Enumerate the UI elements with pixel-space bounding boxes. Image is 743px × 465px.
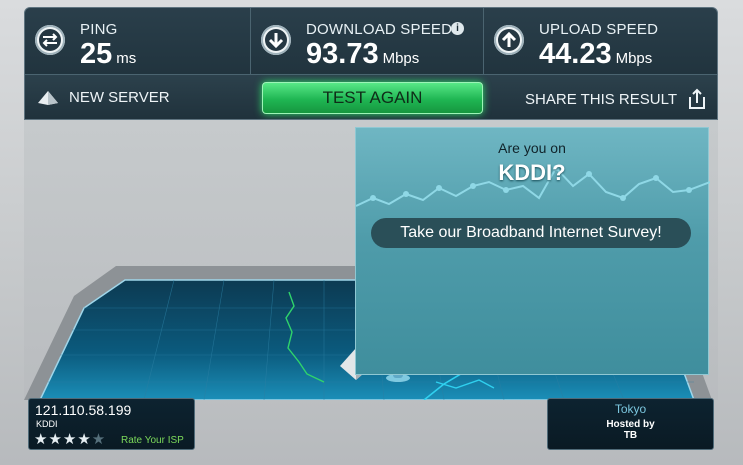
host-name: TB <box>623 430 638 441</box>
broadband-survey-button[interactable]: Take our Broadband Internet Survey! <box>371 218 691 248</box>
pyramid-icon <box>38 90 58 105</box>
client-info-box: 121.110.58.199 KDDI ★★★★★ Rate Your ISP <box>28 398 195 450</box>
ping-unit: ms <box>116 50 137 67</box>
isp-rating-stars[interactable]: ★★★★★ <box>34 430 106 448</box>
upload-label: UPLOAD SPEED <box>539 21 659 38</box>
action-bar: NEW SERVER TEST AGAIN SHARE THIS RESULT <box>25 74 717 119</box>
arrow-up-icon <box>494 25 524 55</box>
exchange-arrows-icon <box>35 25 65 55</box>
download-label: DOWNLOAD SPEED <box>306 21 453 38</box>
ping-value: 25 ms <box>80 38 136 71</box>
test-again-button[interactable]: TEST AGAIN <box>262 82 483 114</box>
server-host: Hosted by TB <box>548 419 713 441</box>
client-isp: KDDI <box>36 419 58 429</box>
info-icon[interactable]: i <box>451 22 464 35</box>
download-unit: Mbps <box>382 50 420 67</box>
ping-label: PING <box>80 21 118 38</box>
map-stage: Are you on KDDI? Take our Broadband Inte… <box>24 120 718 400</box>
new-server-button[interactable]: NEW SERVER <box>37 89 170 106</box>
speedtest-frame: PING 25 ms DOWNLOAD SPEED i 93.73 Mbps UPL <box>0 0 743 465</box>
rate-isp-link[interactable]: Rate Your ISP <box>121 435 184 446</box>
ping-stat: PING 25 ms <box>25 8 251 74</box>
upload-unit: Mbps <box>615 50 653 67</box>
new-server-label: NEW SERVER <box>69 89 170 106</box>
isp-survey-panel: Are you on KDDI? Take our Broadband Inte… <box>355 127 710 375</box>
ping-number: 25 <box>80 38 113 70</box>
results-panel: PING 25 ms DOWNLOAD SPEED i 93.73 Mbps UPL <box>24 7 718 120</box>
survey-isp-name: KDDI? <box>498 160 566 185</box>
server-info-box: Tokyo Hosted by TB <box>547 398 714 450</box>
upload-number: 44.23 <box>539 38 612 70</box>
bottom-info-bar: 121.110.58.199 KDDI ★★★★★ Rate Your ISP … <box>0 390 743 465</box>
download-value: 93.73 Mbps <box>306 38 419 71</box>
upload-stat: UPLOAD SPEED 44.23 Mbps <box>484 8 717 74</box>
survey-question: Are you on <box>498 140 566 156</box>
arrow-down-icon <box>261 25 291 55</box>
star-filled-icon[interactable]: ★★★★ <box>34 431 92 448</box>
star-empty-icon[interactable]: ★ <box>92 431 106 448</box>
client-ip: 121.110.58.199 <box>35 402 132 418</box>
upload-value: 44.23 Mbps <box>539 38 652 71</box>
share-upload-icon <box>689 88 705 109</box>
hosted-by-label: Hosted by <box>606 419 655 430</box>
download-number: 93.73 <box>306 38 379 70</box>
share-label: SHARE THIS RESULT <box>525 90 677 108</box>
server-city: Tokyo <box>614 402 647 416</box>
download-stat: DOWNLOAD SPEED i 93.73 Mbps <box>251 8 484 74</box>
share-result-button[interactable]: SHARE THIS RESULT <box>525 88 707 110</box>
